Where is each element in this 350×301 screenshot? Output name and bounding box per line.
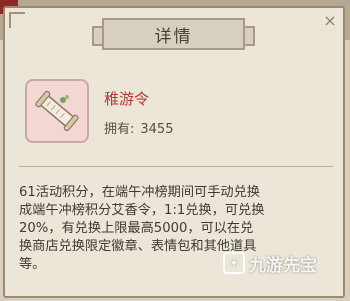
scroll-icon-graphic <box>35 90 79 132</box>
item-count: 拥有: 3455 <box>104 118 173 137</box>
watermark: ✦ 九游先宝 <box>223 248 341 278</box>
dialog-title: 详情 <box>154 26 193 47</box>
item-name: 稚游令 <box>104 90 150 108</box>
scroll-icon <box>25 79 89 143</box>
corner-ornament-left <box>9 12 25 28</box>
item-count-label: 拥有: <box>104 122 135 137</box>
watermark-text: 九游先宝 <box>249 255 317 276</box>
close-icon[interactable]: × <box>321 12 339 30</box>
divider <box>19 166 333 167</box>
title-bar: 详情 <box>92 18 255 50</box>
detail-dialog: × 详情 稚游令 拥有: 3455 61活动积分，在端午冲榜期间可手动兑换 成端午… <box>3 6 345 298</box>
item-count-value: 3455 <box>140 122 174 137</box>
watermark-logo-icon: ✦ <box>223 252 245 274</box>
